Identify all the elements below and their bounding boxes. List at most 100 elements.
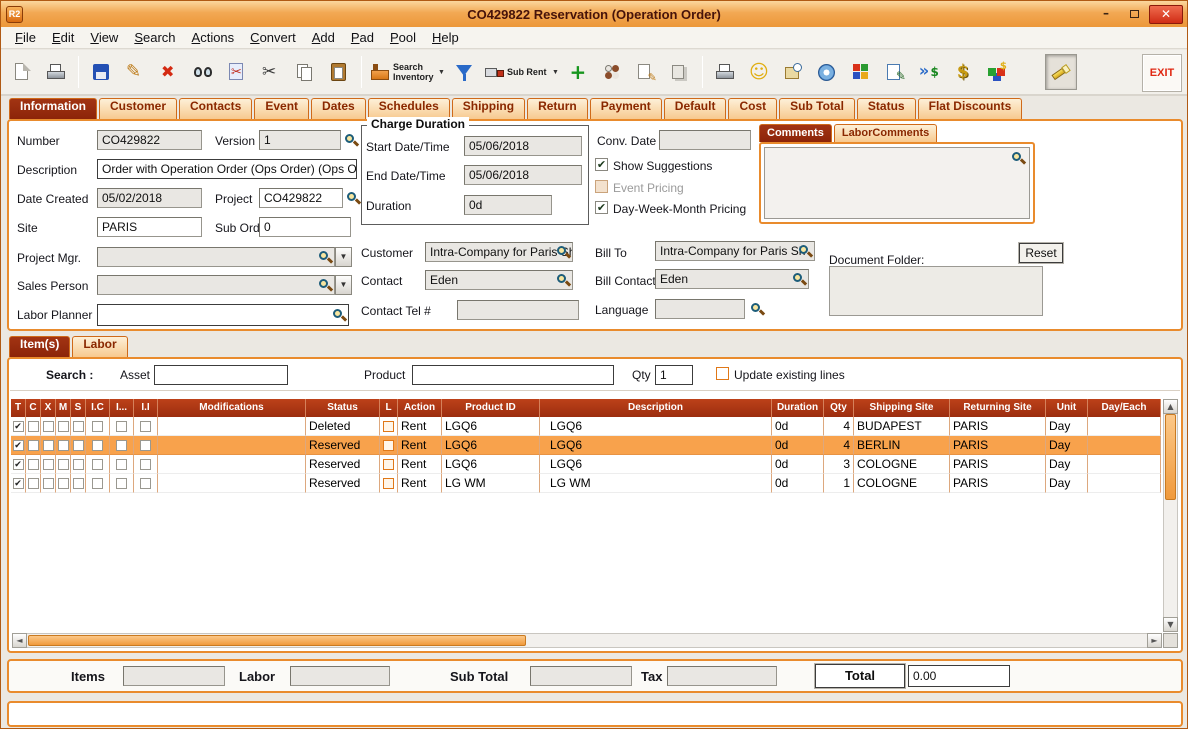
row-flag-checkbox[interactable] [43, 478, 54, 489]
row-flag-checkbox[interactable] [73, 459, 84, 470]
column-header-t[interactable]: T [11, 399, 26, 417]
title-bar[interactable]: R2 CO429822 Reservation (Operation Order… [1, 1, 1187, 27]
tab-dates[interactable]: Dates [311, 98, 366, 119]
row-flag-checkbox[interactable] [13, 459, 24, 470]
row-flag-checkbox[interactable] [13, 440, 24, 451]
column-header-i[interactable]: I... [110, 399, 134, 417]
line-flag-icon[interactable] [383, 478, 394, 489]
language-lookup-icon[interactable] [749, 301, 765, 317]
horizontal-scrollbar[interactable] [12, 633, 1162, 648]
row-flag-checkbox[interactable] [58, 421, 69, 432]
vertical-scrollbar[interactable] [1163, 399, 1178, 632]
qty-input[interactable]: 1 [655, 365, 693, 385]
conv-date-field[interactable] [659, 130, 751, 150]
event-pricing-checkbox[interactable] [595, 180, 608, 193]
components-button[interactable] [596, 54, 628, 90]
customer-field[interactable]: Intra-Company for Paris Sh [425, 242, 573, 262]
line-flag-icon[interactable] [383, 459, 394, 470]
labor-planner-field[interactable] [97, 304, 349, 326]
scroll-down-button[interactable]: ▼ [1163, 617, 1178, 632]
maximize-button[interactable] [1121, 5, 1147, 24]
row-flag-checkbox[interactable] [58, 459, 69, 470]
close-button[interactable]: ✕ [1149, 5, 1183, 24]
comments-lookup-icon[interactable] [1010, 150, 1026, 166]
tab-event[interactable]: Event [254, 98, 309, 119]
bill-contact-field[interactable]: Eden [655, 269, 809, 289]
version-field[interactable]: 1 [259, 130, 341, 150]
horizontal-scrollbar-thumb[interactable] [28, 635, 526, 646]
row-flag-checkbox[interactable] [73, 440, 84, 451]
flashlight-button[interactable] [1045, 54, 1077, 90]
menu-pad[interactable]: Pad [343, 28, 382, 47]
row-flag-checkbox[interactable] [28, 421, 39, 432]
notepad-button[interactable] [879, 54, 911, 90]
row-flag-checkbox[interactable] [43, 459, 54, 470]
row-flag-checkbox[interactable] [116, 440, 127, 451]
column-header-modifications[interactable]: Modifications [158, 399, 306, 417]
row-flag-checkbox[interactable] [140, 421, 151, 432]
project-mgr-dropdown-button[interactable]: ▼ [335, 247, 352, 267]
batch-pages-button[interactable] [664, 54, 696, 90]
tab-comments[interactable]: Comments [759, 124, 832, 142]
inventory-cubes-button[interactable] [845, 54, 877, 90]
print-button[interactable] [40, 54, 72, 90]
row-flag-checkbox[interactable] [13, 478, 24, 489]
project-lookup-icon[interactable] [345, 190, 361, 206]
project-mgr-field[interactable] [97, 247, 335, 267]
date-created-field[interactable]: 05/02/2018 [97, 188, 202, 208]
column-header-s[interactable]: S [71, 399, 86, 417]
column-header-duration[interactable]: Duration [772, 399, 824, 417]
tab-default[interactable]: Default [664, 98, 727, 119]
paste-button[interactable] [323, 54, 355, 90]
new-document-button[interactable] [6, 54, 38, 90]
cut-button[interactable] [255, 54, 287, 90]
sub-rent-button[interactable]: Sub Rent▼ [482, 54, 560, 90]
tab-return[interactable]: Return [527, 98, 588, 119]
grid-row-4[interactable]: ReservedRentLG WMLG WM0d1COLOGNEPARISDay [11, 474, 1161, 493]
row-flag-checkbox[interactable] [43, 440, 54, 451]
find-button[interactable] [187, 54, 219, 90]
row-flag-checkbox[interactable] [140, 440, 151, 451]
edit-button[interactable] [119, 54, 151, 90]
row-flag-checkbox[interactable] [73, 421, 84, 432]
exit-button[interactable]: EXIT [1142, 54, 1182, 92]
tab-information[interactable]: Information [9, 98, 97, 119]
grid-row-3[interactable]: ReservedRentLGQ6LGQ60d3COLOGNEPARISDay [11, 455, 1161, 474]
column-header-c[interactable]: C [26, 399, 41, 417]
menu-add[interactable]: Add [304, 28, 343, 47]
sub-orders-field[interactable]: 0 [259, 217, 351, 237]
row-flag-checkbox[interactable] [92, 440, 103, 451]
column-header-x[interactable]: X [41, 399, 56, 417]
site-field[interactable]: PARIS [97, 217, 202, 237]
row-flag-checkbox[interactable] [73, 478, 84, 489]
customer-lookup-icon[interactable] [555, 244, 571, 260]
row-flag-checkbox[interactable] [58, 440, 69, 451]
menu-file[interactable]: File [7, 28, 44, 47]
scroll-right-button[interactable]: ► [1147, 633, 1162, 648]
bill-to-lookup-icon[interactable] [797, 243, 813, 259]
menu-convert[interactable]: Convert [242, 28, 304, 47]
row-flag-checkbox[interactable] [92, 421, 103, 432]
row-flag-checkbox[interactable] [116, 478, 127, 489]
comments-textarea[interactable] [764, 147, 1030, 219]
funnel-button[interactable] [448, 54, 480, 90]
menu-actions[interactable]: Actions [184, 28, 243, 47]
dropdown-arrow-icon[interactable]: ▼ [552, 69, 559, 76]
day-week-month-checkbox[interactable] [595, 201, 608, 214]
cost-packages-button[interactable] [981, 54, 1013, 90]
column-header-day-each[interactable]: Day/Each [1088, 399, 1161, 417]
line-flag-icon[interactable] [383, 421, 394, 432]
product-input[interactable] [412, 365, 614, 385]
minimize-button[interactable]: – [1093, 5, 1119, 24]
asset-input[interactable] [154, 365, 288, 385]
scroll-left-button[interactable]: ◄ [12, 633, 27, 648]
package-time-button[interactable] [777, 54, 809, 90]
menu-edit[interactable]: Edit [44, 28, 82, 47]
tab-payment[interactable]: Payment [590, 98, 662, 119]
column-header-i-c[interactable]: I.C [86, 399, 110, 417]
tab-customer[interactable]: Customer [99, 98, 177, 119]
bill-to-field[interactable]: Intra-Company for Paris Sh [655, 241, 815, 261]
column-header-product-id[interactable]: Product ID [442, 399, 540, 417]
column-header-i-i[interactable]: I.I [134, 399, 158, 417]
column-header-shipping-site[interactable]: Shipping Site [854, 399, 950, 417]
